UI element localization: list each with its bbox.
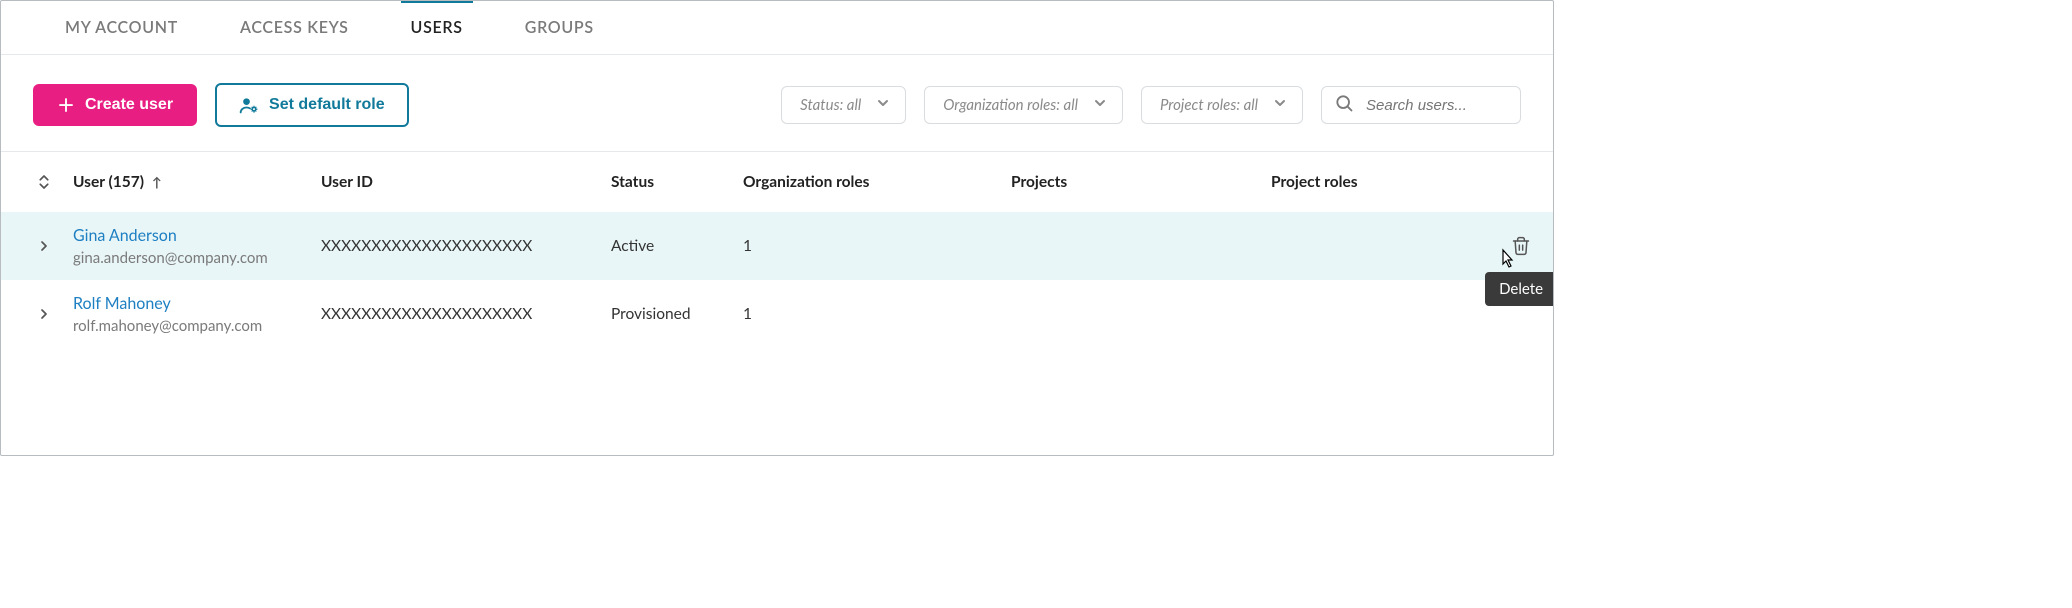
plus-icon: [57, 96, 75, 114]
user-cell: Rolf Mahoney rolf.mahoney@company.com: [73, 294, 321, 335]
toolbar: Create user Set default role Status: all…: [1, 55, 1553, 151]
set-default-role-button[interactable]: Set default role: [215, 83, 409, 127]
table-row[interactable]: Rolf Mahoney rolf.mahoney@company.com XX…: [1, 280, 1553, 348]
table-row[interactable]: Gina Anderson gina.anderson@company.com …: [1, 212, 1553, 280]
user-name-link[interactable]: Rolf Mahoney: [73, 294, 321, 313]
chevron-down-icon: [1272, 95, 1288, 115]
chevron-down-icon: [875, 95, 891, 115]
user-email: gina.anderson@company.com: [73, 249, 321, 267]
column-user-label: User (157): [73, 173, 144, 191]
project-roles-filter[interactable]: Project roles: all: [1141, 86, 1303, 124]
column-projects[interactable]: Projects: [1011, 173, 1271, 191]
cell-user-id: XXXXXXXXXXXXXXXXXXXXX: [321, 305, 611, 323]
status-filter[interactable]: Status: all: [781, 86, 906, 124]
column-user-id[interactable]: User ID: [321, 173, 611, 191]
column-status[interactable]: Status: [611, 173, 743, 191]
chevron-down-icon: [1092, 95, 1108, 115]
column-user[interactable]: User (157) ↑: [73, 173, 321, 191]
org-roles-filter[interactable]: Organization roles: all: [924, 86, 1123, 124]
search-users[interactable]: [1321, 86, 1521, 124]
search-icon: [1334, 93, 1354, 117]
create-user-label: Create user: [85, 97, 173, 113]
tab-my-account[interactable]: MY ACCOUNT: [61, 1, 182, 54]
user-cell: Gina Anderson gina.anderson@company.com: [73, 226, 321, 267]
expand-row-toggle[interactable]: [15, 238, 73, 254]
delete-user-button[interactable]: Delete: [1491, 236, 1551, 256]
column-project-roles[interactable]: Project roles: [1271, 173, 1491, 191]
set-default-role-label: Set default role: [269, 97, 385, 113]
user-name-link[interactable]: Gina Anderson: [73, 226, 321, 245]
expand-all-toggle[interactable]: [15, 173, 73, 191]
create-user-button[interactable]: Create user: [33, 84, 197, 126]
users-table: User (157) ↑ User ID Status Organization…: [1, 151, 1553, 348]
sort-asc-icon: ↑: [152, 174, 162, 190]
user-email: rolf.mahoney@company.com: [73, 317, 321, 335]
cell-org-roles: 1: [743, 237, 1011, 255]
cell-org-roles: 1: [743, 305, 1011, 323]
cell-status: Active: [611, 237, 743, 255]
org-roles-filter-label: Organization roles: all: [943, 96, 1078, 114]
table-header: User (157) ↑ User ID Status Organization…: [1, 152, 1553, 212]
tabs-bar: MY ACCOUNT ACCESS KEYS USERS GROUPS: [1, 1, 1553, 55]
tab-users[interactable]: USERS: [407, 1, 467, 54]
tab-groups[interactable]: GROUPS: [521, 1, 598, 54]
cell-status: Provisioned: [611, 305, 743, 323]
column-org-roles[interactable]: Organization roles: [743, 173, 1011, 191]
tab-access-keys[interactable]: ACCESS KEYS: [236, 1, 353, 54]
expand-row-toggle[interactable]: [15, 306, 73, 322]
cell-user-id: XXXXXXXXXXXXXXXXXXXXX: [321, 237, 611, 255]
status-filter-label: Status: all: [800, 96, 861, 114]
delete-tooltip: Delete: [1485, 272, 1554, 306]
search-input[interactable]: [1364, 96, 1506, 115]
user-gear-icon: [239, 95, 259, 115]
project-roles-filter-label: Project roles: all: [1160, 96, 1258, 114]
